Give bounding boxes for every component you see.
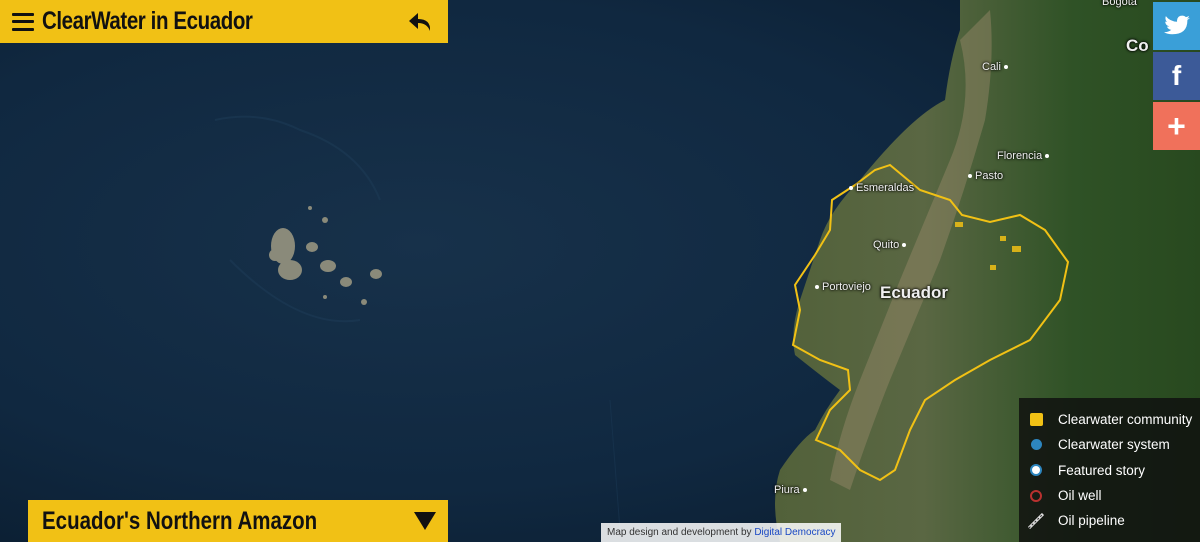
place-label-portoviejo: Portoviejo — [812, 281, 871, 293]
blue-dot-icon — [1028, 437, 1044, 453]
country-label-ecuador: Ecuador — [880, 283, 949, 302]
chevron-down-icon[interactable] — [414, 512, 436, 530]
place-label-cali: Cali — [982, 61, 1011, 73]
yellow-square-icon — [1028, 412, 1044, 428]
twitter-bird-icon — [1163, 15, 1190, 35]
place-label-pasto: Pasto — [965, 170, 1003, 182]
section-selector[interactable]: Ecuador's Northern Amazon — [28, 500, 448, 542]
facebook-share-button[interactable]: f — [1153, 52, 1200, 100]
digital-democracy-link[interactable]: Digital Democracy — [754, 527, 835, 538]
app-title: ClearWater in Ecuador — [42, 7, 253, 35]
place-label-piura: Piura — [774, 484, 810, 496]
section-title: Ecuador's Northern Amazon — [42, 506, 318, 535]
menu-hamburger-icon[interactable] — [12, 12, 34, 31]
map-attribution: Map design and development by Digital De… — [601, 523, 842, 542]
legend-item-clearwater-community: Clearwater community — [1028, 407, 1200, 432]
place-label-esmeraldas: Esmeraldas — [846, 182, 914, 194]
legend-label: Clearwater community — [1058, 412, 1193, 428]
legend-label: Clearwater system — [1058, 437, 1170, 453]
place-label-quito: Quito — [873, 239, 909, 251]
title-bar: ClearWater in Ecuador — [0, 0, 448, 43]
red-ring-icon — [1028, 488, 1044, 504]
map-legend: Clearwater community Clearwater system F… — [1019, 398, 1200, 542]
white-dot-icon — [1028, 462, 1044, 478]
attribution-text: Map design and development by — [607, 527, 755, 538]
place-label-bogota: Bogotá — [1102, 0, 1137, 8]
more-share-button[interactable]: + — [1153, 102, 1200, 150]
legend-item-featured-story: Featured story — [1028, 458, 1200, 483]
place-label-colombia: Co — [1126, 36, 1149, 55]
legend-item-oil-well: Oil well — [1028, 483, 1200, 508]
legend-label: Oil well — [1058, 488, 1102, 504]
legend-item-clearwater-system: Clearwater system — [1028, 432, 1200, 457]
legend-item-oil-pipeline: Oil pipeline — [1028, 508, 1200, 533]
place-label-florencia: Florencia — [997, 150, 1052, 162]
legend-label: Oil pipeline — [1058, 513, 1125, 529]
plus-icon: + — [1167, 107, 1186, 144]
pipeline-line-icon — [1028, 512, 1044, 529]
back-arrow-icon[interactable] — [406, 7, 436, 37]
legend-label: Featured story — [1058, 462, 1146, 478]
twitter-share-button[interactable] — [1153, 2, 1200, 50]
facebook-f-icon: f — [1171, 60, 1182, 91]
